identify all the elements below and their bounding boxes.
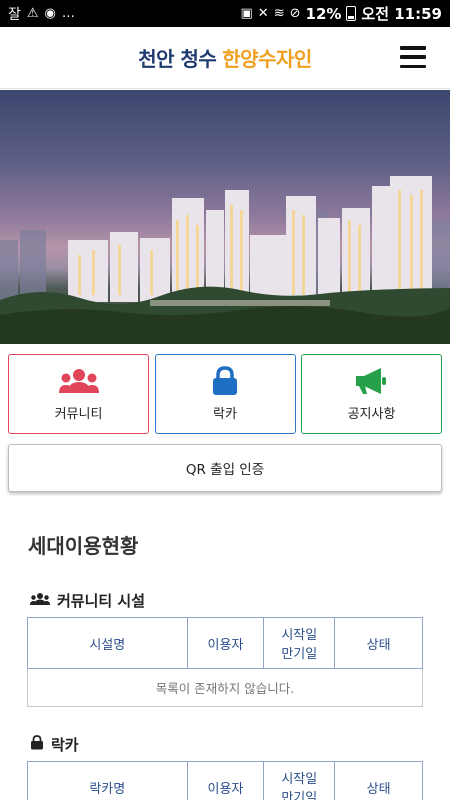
column-status: 상태 <box>334 617 423 669</box>
column-user: 이용자 <box>186 617 265 669</box>
column-status: 상태 <box>334 761 423 800</box>
logo-text-brand: 한양수자인 <box>222 47 312 71</box>
column-end-date: 만기일 <box>281 791 318 800</box>
battery-saver-icon: ▣ <box>240 6 253 21</box>
locker-heading: 락카 <box>30 734 79 755</box>
lock-icon <box>30 735 44 754</box>
status-bar: 잘 ⚠ ◉ … ▣ ✕ ≋ ⊘ 12% 오전 11:59 <box>0 0 450 27</box>
users-icon <box>58 367 99 395</box>
megaphone-icon <box>352 367 392 395</box>
empty-list-message: 목록이 존재하지 않습니다. <box>27 668 423 707</box>
status-carrier-text: 잘 <box>8 6 21 23</box>
vibrate-mute-icon: ✕ <box>257 6 269 21</box>
column-start-date: 시작일 <box>281 628 318 643</box>
community-label: 커뮤니티 <box>54 406 103 422</box>
clock: 오전 11:59 <box>361 5 442 23</box>
column-dates: 시작일 만기일 <box>263 617 336 669</box>
community-usage-table: 시설명 이용자 시작일 만기일 상태 목록이 존재하지 않습니다. <box>27 617 423 707</box>
locker-button[interactable]: 락카 <box>154 354 296 434</box>
menu-line <box>400 64 426 68</box>
notice-label: 공지사항 <box>347 406 396 422</box>
community-facility-heading: 커뮤니티 시설 <box>30 590 145 611</box>
status-right: ▣ ✕ ≋ ⊘ 12% 오전 11:59 <box>241 3 443 24</box>
column-locker-name: 락카명 <box>27 761 188 800</box>
battery-percent: 12% <box>305 4 342 23</box>
column-start-date: 시작일 <box>281 772 318 787</box>
table-row: 목록이 존재하지 않습니다. <box>27 668 423 707</box>
warning-icon: ⚠ <box>26 6 39 21</box>
menu-line <box>400 55 426 59</box>
usage-section-title: 세대이용현황 <box>28 534 139 558</box>
users-icon <box>30 592 50 610</box>
table-header-row: 시설명 이용자 시작일 만기일 상태 <box>27 617 423 669</box>
column-facility-name: 시설명 <box>27 617 188 669</box>
column-user: 이용자 <box>186 761 265 800</box>
locker-usage-table: 락카명 이용자 시작일 만기일 상태 <box>27 761 423 800</box>
community-button[interactable]: 커뮤니티 <box>8 354 149 434</box>
lock-icon <box>205 365 245 395</box>
status-left: 잘 ⚠ ◉ … <box>8 4 75 24</box>
locker-title: 락카 <box>51 736 79 754</box>
qr-entry-auth-button[interactable]: QR 출입 인증 <box>8 444 442 492</box>
locker-label: 락카 <box>213 406 237 422</box>
do-not-disturb-icon: ⊘ <box>289 6 301 21</box>
more-notifications-icon: … <box>61 6 75 21</box>
logo-text-location: 천안 청수 <box>138 47 217 71</box>
app-header: 천안 청수 한양수자인 <box>0 27 450 89</box>
account-icon: ◉ <box>44 6 56 21</box>
wifi-icon: ≋ <box>273 6 285 21</box>
notice-button[interactable]: 공지사항 <box>301 354 442 434</box>
quick-menu: 커뮤니티 락카 공지사항 <box>8 354 442 434</box>
column-dates: 시작일 만기일 <box>263 761 336 800</box>
hero-apartment-image <box>0 90 450 344</box>
community-facility-title: 커뮤니티 시설 <box>57 592 146 610</box>
menu-line <box>400 46 426 50</box>
apartment-illustration <box>0 176 450 344</box>
battery-icon <box>346 6 357 21</box>
column-end-date: 만기일 <box>281 647 318 662</box>
table-header-row: 락카명 이용자 시작일 만기일 상태 <box>27 761 423 800</box>
app-logo[interactable]: 천안 청수 한양수자인 <box>138 43 312 72</box>
hamburger-menu-icon[interactable] <box>400 46 426 68</box>
